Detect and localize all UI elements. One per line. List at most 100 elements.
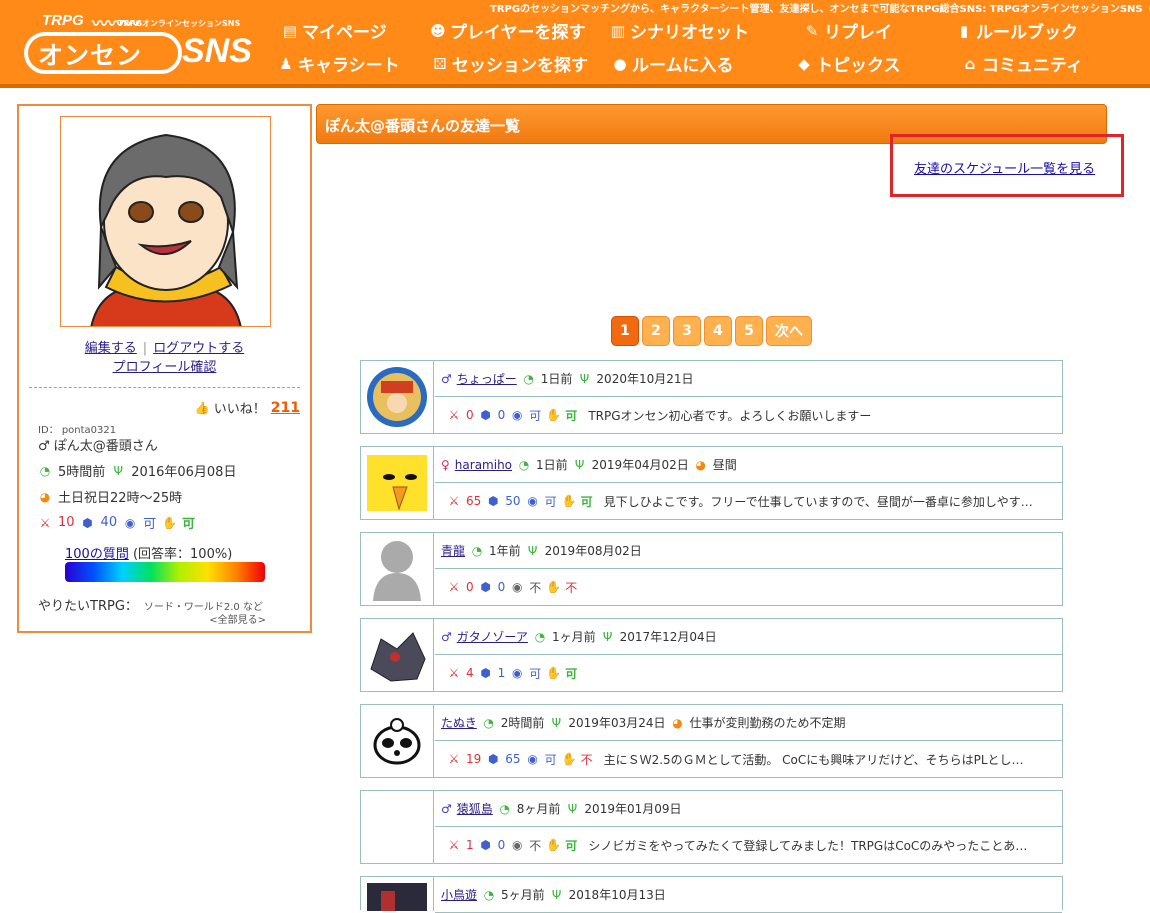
like-count[interactable]: 211 (271, 400, 300, 416)
page-2-button[interactable]: 2 (642, 316, 670, 346)
friend-intro: TRPGオンセン初心者です。よろしくお願いしますー (588, 408, 872, 423)
page-1-button[interactable]: 1 (611, 316, 639, 346)
text-status: 可 (565, 408, 578, 423)
sprout-icon: Ψ (567, 801, 578, 816)
panda-icon (373, 718, 421, 765)
friend-intro: 見下しひよこです。フリーで仕事していますので、昼間が一番卓に参加しやす… (603, 494, 1033, 509)
sprout-icon: Ψ (113, 463, 123, 478)
hand-icon: ✋ (561, 494, 577, 508)
nav-scenario-set[interactable]: ▥ シナリオセット (610, 18, 749, 44)
login-row: ◔ 5時間前 Ψ 2016年06月08日 (38, 461, 237, 481)
nav-community[interactable]: ⌂ コミュニティ (962, 51, 1083, 77)
hand-icon: ✋ (546, 666, 562, 680)
friend-card: たぬき ◔ 2時間前 Ψ 2019年03月24日 ◕ 仕事が変則勤務のため不定期 ⚔ 1… (360, 704, 1063, 778)
nav-mypage[interactable]: ▤ マイページ (282, 18, 387, 44)
registered-date: 2019年03月24日 (568, 716, 666, 730)
rulebook-icon: ▮ (959, 21, 969, 40)
user-name: ♂ ぽん太@番頭さん (38, 439, 158, 454)
sprout-icon: Ψ (602, 629, 613, 644)
voice-status: 可 (529, 408, 542, 423)
friend-avatar[interactable] (361, 533, 434, 605)
page-4-button[interactable]: 4 (704, 316, 732, 346)
friend-avatar[interactable] (361, 791, 434, 863)
voice-off-icon: ◉ (512, 580, 523, 594)
clock-icon: ◕ (672, 715, 683, 730)
questions-link[interactable]: 100の質問 (65, 547, 129, 562)
friend-info-row: ♂ 猿狐島 ◔ 8ヶ月前 Ψ 2019年01月09日 (435, 791, 1062, 827)
friend-avatar[interactable] (361, 619, 434, 691)
schedule-row: ◕ 土日祝日22時～25時 (38, 487, 182, 507)
login-time-icon: ◔ (523, 371, 535, 386)
friend-name-link[interactable]: たぬき (441, 714, 477, 731)
friend-stats-row: ⚔ 19 ⬢ 65 ◉ 可 ✋ 不 主にＳＷ2.5のＧＭとして活動。 CoCにも興味アリ… (435, 741, 1062, 777)
friend-avatar[interactable] (361, 447, 434, 519)
nav-rulebook[interactable]: ▮ ルールブック (956, 18, 1078, 44)
friend-name-link[interactable]: ガタノゾーア (457, 628, 528, 645)
friend-stats-row: ⚔ 4 ⬢ 1 ◉ 可 ✋ 可 (435, 655, 1062, 691)
sword-icon: ⚔ (448, 580, 460, 594)
page-5-button[interactable]: 5 (735, 316, 763, 346)
friend-intro: 主にＳＷ2.5のＧＭとして活動。 CoCにも興味アリだけど、そちらはPLとし… (603, 752, 1024, 767)
profile-avatar[interactable] (60, 116, 271, 327)
nav-topics[interactable]: ◆ トピックス (796, 51, 900, 77)
friend-card: ♂ 猿狐島 ◔ 8ヶ月前 Ψ 2019年01月09日 ⚔ 1 ⬢ 0 ◉ 不 ✋ 可 シノビ… (360, 790, 1063, 864)
registered-date: 2017年12月04日 (619, 630, 717, 644)
friend-name-link[interactable]: 青龍 (441, 542, 465, 559)
wanted-label: やりたいTRPG： (38, 599, 138, 614)
dice-icon: ⬢ (480, 408, 491, 422)
friend-avatar[interactable] (361, 705, 434, 777)
site-header: TRPGのセッションマッチングから、キャラクターシート管理、友達探し、オンセまで… (0, 0, 1150, 88)
sex-icon: ♂ (441, 371, 452, 386)
next-page-button[interactable]: 次へ (766, 316, 812, 346)
friend-avatar[interactable] (361, 361, 434, 433)
voice-icon: ◉ (124, 515, 136, 530)
text-status: 不 (565, 580, 578, 595)
nav-find-session[interactable]: ⚄ セッションを探す (432, 51, 588, 77)
nav-enter-room[interactable]: ● ルームに入る (612, 51, 734, 77)
see-all-link[interactable]: <全部見る> (209, 611, 266, 626)
profile-check-link[interactable]: プロフィール確認 (113, 360, 217, 375)
friend-card: ♂ ガタノゾーア ◔ 1ヶ月前 Ψ 2017年12月04日 ⚔ 4 ⬢ 1 ◉ 可 ✋ 可 (360, 618, 1063, 692)
last-login: 1ヶ月前 (551, 630, 596, 644)
nav-label: ルームに入る (632, 56, 734, 76)
voice-icon: ◉ (512, 408, 523, 422)
clock-icon: ◕ (39, 489, 51, 504)
nav-find-player[interactable]: ☻ プレイヤーを探す (430, 18, 585, 44)
friend-name-link[interactable]: 猿狐島 (457, 800, 493, 817)
community-icon: ⌂ (964, 54, 976, 73)
sex-icon: ♀ (441, 457, 450, 472)
login-time-icon: ◔ (518, 457, 530, 472)
friend-name-link[interactable]: haramiho (455, 458, 512, 472)
voice-status: 可 (544, 752, 557, 767)
dice-icon: ⬢ (488, 752, 499, 766)
friend-stats-row: ⚔ 0 ⬢ 0 ◉ 可 ✋ 可 TRPGオンセン初心者です。よろしくお願いしますー (435, 397, 1062, 433)
sex-icon: ♂ (441, 629, 452, 644)
friend-info-row: ♀ haramiho ◔ 1日前 Ψ 2019年04月02日 ◕ 昼間 (435, 447, 1062, 483)
dice-icon: ⬢ (488, 494, 499, 508)
sword-icon: ⚔ (448, 752, 460, 766)
friend-avatar-image (367, 455, 427, 511)
voice-status: 可 (529, 666, 542, 681)
friend-stats-row: ⚔ 1 ⬢ 0 ◉ 不 ✋ 可 シノビガミをやってみたくて登録してみました！TRPGはC… (435, 827, 1062, 863)
friend-card: ♂ ちょっぱー ◔ 1日前 Ψ 2020年10月21日 ⚔ 0 ⬢ 0 ◉ 可 ✋ 可 TR… (360, 360, 1063, 434)
friend-name-link[interactable]: ちょっぱー (457, 370, 517, 387)
hand-icon: ✋ (546, 838, 562, 852)
pl-count: 1 (497, 666, 506, 680)
nav-charasheet[interactable]: ♟ キャラシート (278, 51, 399, 77)
clock-icon: ◕ (695, 457, 706, 472)
text-status: 可 (182, 517, 196, 532)
friends-schedule-link[interactable]: 友達のスケジュール一覧を見る (914, 158, 1095, 177)
profile-links: 編集する | ログアウトする プロフィール確認 (19, 337, 310, 375)
nav-replay[interactable]: ✎ リプレイ (804, 18, 892, 44)
friend-card: 小鳥遊 ◔ 5ヶ月前 Ψ 2018年10月13日 (360, 876, 1063, 913)
replay-icon: ✎ (805, 21, 819, 40)
answer-rate-gauge (65, 562, 265, 582)
scenario-icon: ▥ (610, 21, 626, 40)
site-logo[interactable]: TRPG 〰〰〰 TRPGオンラインセッションSNS オンセン SNS (22, 10, 252, 76)
friend-avatar[interactable] (361, 877, 434, 911)
nav-label: シナリオセット (630, 23, 749, 43)
logout-link[interactable]: ログアウトする (153, 341, 244, 356)
page-3-button[interactable]: 3 (673, 316, 701, 346)
friend-name-link[interactable]: 小鳥遊 (441, 886, 477, 903)
edit-profile-link[interactable]: 編集する (85, 341, 137, 356)
